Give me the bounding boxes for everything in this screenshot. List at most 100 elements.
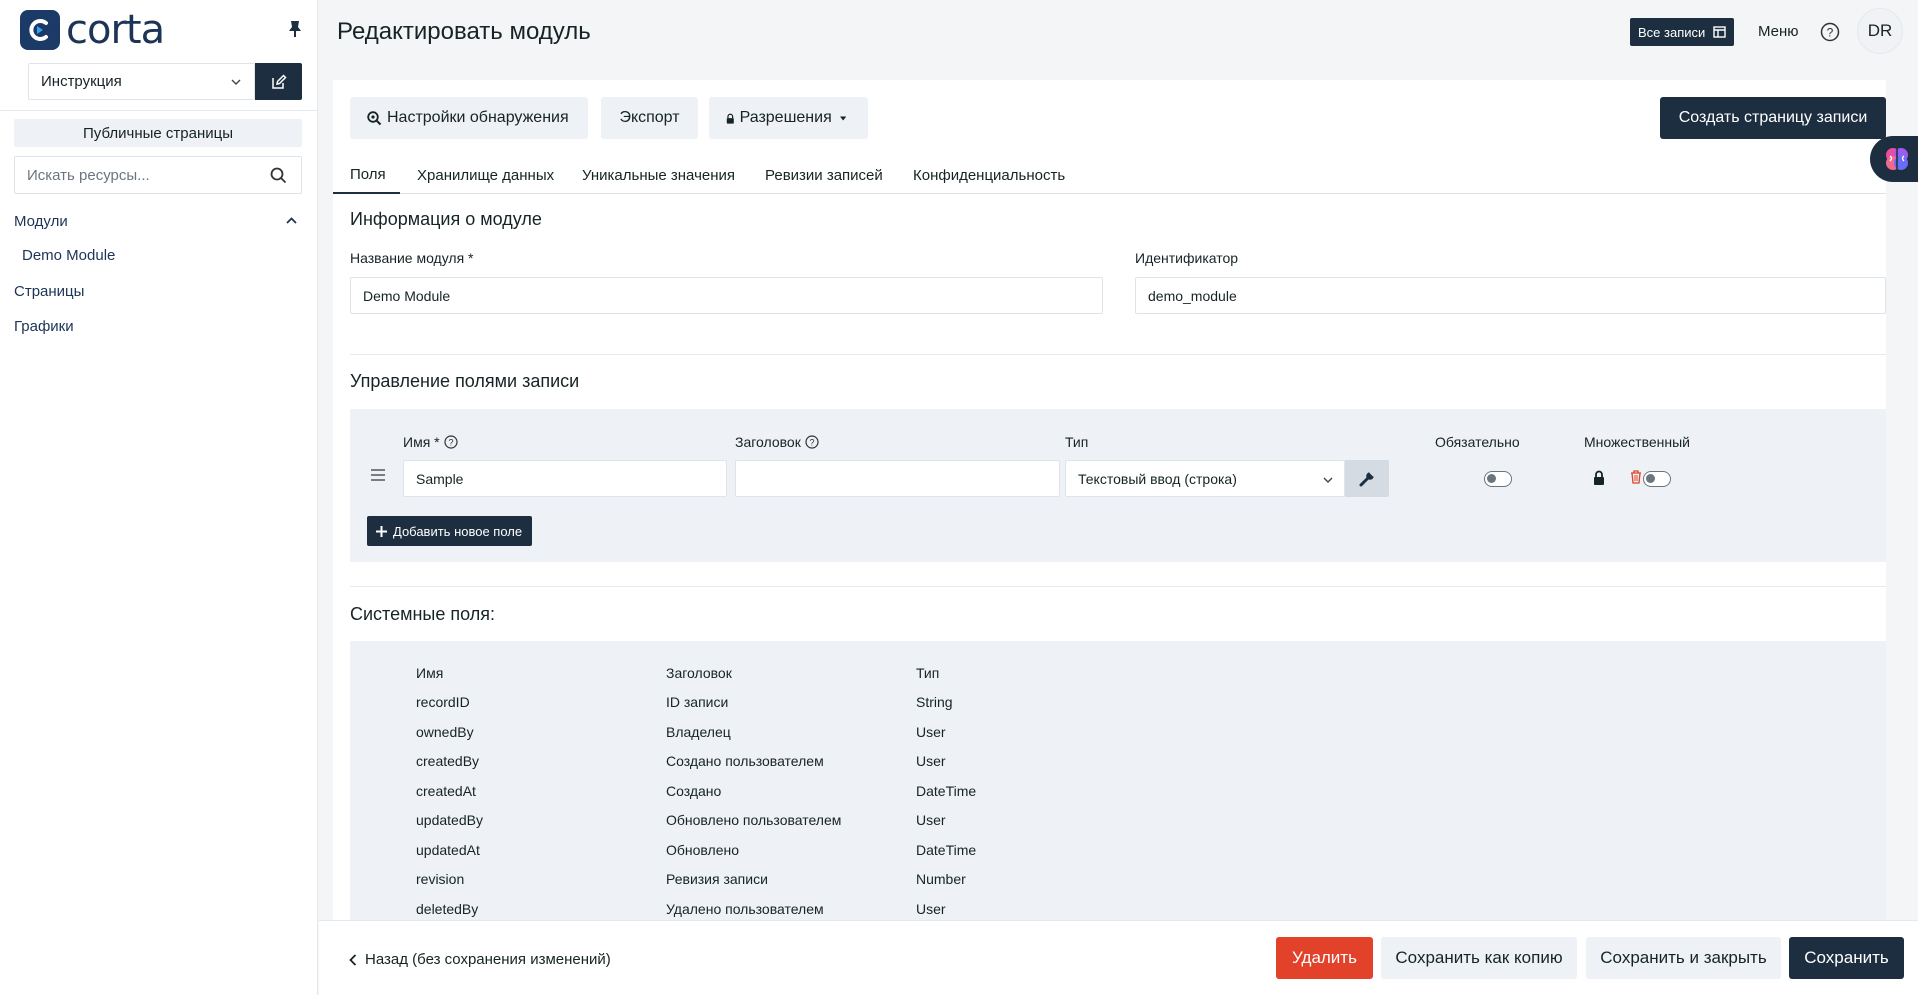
lock-icon[interactable] xyxy=(1593,470,1605,485)
permissions-label: Разрешения xyxy=(739,109,832,126)
record-fields-title: Управление полями записи xyxy=(350,371,580,391)
delete-button[interactable]: Удалить xyxy=(1276,937,1373,979)
system-field-cell: User xyxy=(916,812,946,828)
required-toggle[interactable] xyxy=(1484,471,1512,487)
ai-assistant-button[interactable] xyxy=(1870,136,1918,182)
col-required-header: Обязательно xyxy=(1435,434,1520,450)
chevron-down-icon xyxy=(231,79,241,85)
field-type-select[interactable]: Текстовый ввод (строка) xyxy=(1065,460,1345,497)
system-field-cell: updatedAt xyxy=(416,841,480,858)
sidebar-item-demo-module[interactable]: Demo Module xyxy=(22,247,115,264)
search-settings-icon xyxy=(367,110,382,125)
multi-toggle[interactable] xyxy=(1643,471,1671,487)
brand-name: corta xyxy=(66,7,165,53)
public-pages-button[interactable]: Публичные страницы xyxy=(14,119,302,147)
plus-icon xyxy=(376,525,387,537)
export-button[interactable]: Экспорт xyxy=(601,97,698,139)
save-button[interactable]: Сохранить xyxy=(1789,937,1904,979)
system-field-cell: ownedBy xyxy=(416,723,474,740)
menu-link[interactable]: Меню xyxy=(1758,23,1799,40)
system-field-cell: User xyxy=(916,900,946,917)
discovery-label: Настройки обнаружения xyxy=(387,109,569,126)
system-field-cell: DateTime xyxy=(916,841,977,858)
all-records-label: Все записи xyxy=(1638,24,1706,40)
avatar[interactable]: DR xyxy=(1857,8,1903,54)
tab-privacy[interactable]: Конфиденциальность xyxy=(913,157,1065,194)
back-link[interactable]: Назад (без сохранения изменений) xyxy=(349,951,611,968)
drag-handle-icon[interactable] xyxy=(371,469,385,481)
help-icon[interactable]: ? xyxy=(805,435,819,449)
system-field-cell: User xyxy=(916,753,946,769)
trash-icon[interactable] xyxy=(1630,470,1642,484)
system-fields-header: Заголовок xyxy=(666,665,732,681)
save-and-close-button[interactable]: Сохранить и закрыть xyxy=(1586,937,1781,979)
svg-text:?: ? xyxy=(1827,26,1834,40)
back-label: Назад (без сохранения изменений) xyxy=(365,951,611,968)
system-field-cell: Обновлено пользователем xyxy=(666,812,842,828)
search-icon[interactable] xyxy=(270,167,287,184)
sidebar-item-label: Модули xyxy=(14,212,68,230)
system-field-cell: User xyxy=(916,723,946,740)
permissions-button[interactable]: Разрешения xyxy=(709,97,868,139)
field-label-input[interactable] xyxy=(735,460,1060,497)
sidebar-item-modules[interactable]: Модули xyxy=(14,210,302,232)
system-field-cell: deletedBy xyxy=(416,900,479,917)
tab-fields[interactable]: Поля xyxy=(333,157,400,194)
wrench-icon xyxy=(1359,470,1375,486)
logo[interactable]: corta xyxy=(20,7,165,53)
field-settings-button[interactable] xyxy=(1345,460,1389,497)
footer-bar: Назад (без сохранения изменений) Удалить… xyxy=(319,920,1918,995)
system-field-cell: updatedBy xyxy=(416,812,483,828)
module-name-input[interactable]: Demo Module xyxy=(350,277,1103,314)
system-field-cell: recordID xyxy=(416,694,470,710)
sidebar-item-pages[interactable]: Страницы xyxy=(14,283,84,300)
field-type-value: Текстовый ввод (строка) xyxy=(1078,470,1237,487)
system-field-cell: DateTime xyxy=(916,782,977,799)
system-fields-header: Тип xyxy=(916,665,940,681)
record-fields-editor: Имя * ? Заголовок ? Тип Обязательно Множ… xyxy=(350,409,1886,562)
field-name-input[interactable]: Sample xyxy=(403,460,727,497)
module-handle-input[interactable]: demo_module xyxy=(1135,277,1886,314)
svg-text:?: ? xyxy=(448,438,453,448)
pin-icon[interactable] xyxy=(287,20,303,38)
divider xyxy=(350,586,1886,587)
table-icon xyxy=(1713,26,1726,38)
module-handle-label: Идентификатор xyxy=(1135,250,1239,266)
system-field-cell: String xyxy=(916,694,953,710)
chevron-up-icon[interactable] xyxy=(285,214,298,227)
brain-icon xyxy=(1886,148,1908,170)
namespace-select[interactable]: Инструкция xyxy=(28,63,255,100)
system-field-cell: Владелец xyxy=(666,723,731,740)
sidebar-item-charts[interactable]: Графики xyxy=(14,318,74,335)
divider xyxy=(350,354,1886,355)
col-multi-header: Множественный xyxy=(1584,434,1690,450)
col-label-label: Заголовок xyxy=(735,434,801,450)
help-icon[interactable]: ? xyxy=(1820,22,1840,42)
system-fields-title: Системные поля: xyxy=(350,604,495,624)
add-field-label: Добавить новое поле xyxy=(393,523,523,539)
save-as-copy-button[interactable]: Сохранить как копию xyxy=(1381,937,1577,979)
tab-data-storage[interactable]: Хранилище данных xyxy=(417,157,554,194)
tab-unique-values[interactable]: Уникальные значения xyxy=(582,157,735,194)
system-field-cell: createdAt xyxy=(416,782,476,799)
chevron-left-icon xyxy=(349,953,357,966)
chevron-down-icon xyxy=(1323,477,1333,483)
module-name-label: Название модуля * xyxy=(350,250,474,266)
system-field-cell: Обновлено xyxy=(666,841,740,858)
add-field-button[interactable]: Добавить новое поле xyxy=(367,516,532,546)
tab-bar: Поля Хранилище данных Уникальные значени… xyxy=(333,157,1886,194)
help-icon[interactable]: ? xyxy=(444,435,458,449)
corta-logo-icon xyxy=(20,10,60,50)
edit-namespace-button[interactable] xyxy=(255,63,302,100)
tab-record-revisions[interactable]: Ревизии записей xyxy=(765,157,883,194)
create-record-page-button[interactable]: Создать страницу записи xyxy=(1660,97,1886,139)
system-field-cell: Создано пользователем xyxy=(666,753,824,769)
system-field-cell: Number xyxy=(916,871,966,887)
resource-search-input[interactable]: Искать ресурсы... xyxy=(14,156,302,194)
system-field-cell: revision xyxy=(416,871,465,887)
discovery-settings-button[interactable]: Настройки обнаружения xyxy=(350,97,588,139)
sidebar: corta Инструкция Публичные страницы Иска… xyxy=(0,0,318,995)
divider xyxy=(0,110,318,111)
system-field-cell: Создано xyxy=(666,782,722,799)
all-records-button[interactable]: Все записи xyxy=(1630,18,1734,46)
